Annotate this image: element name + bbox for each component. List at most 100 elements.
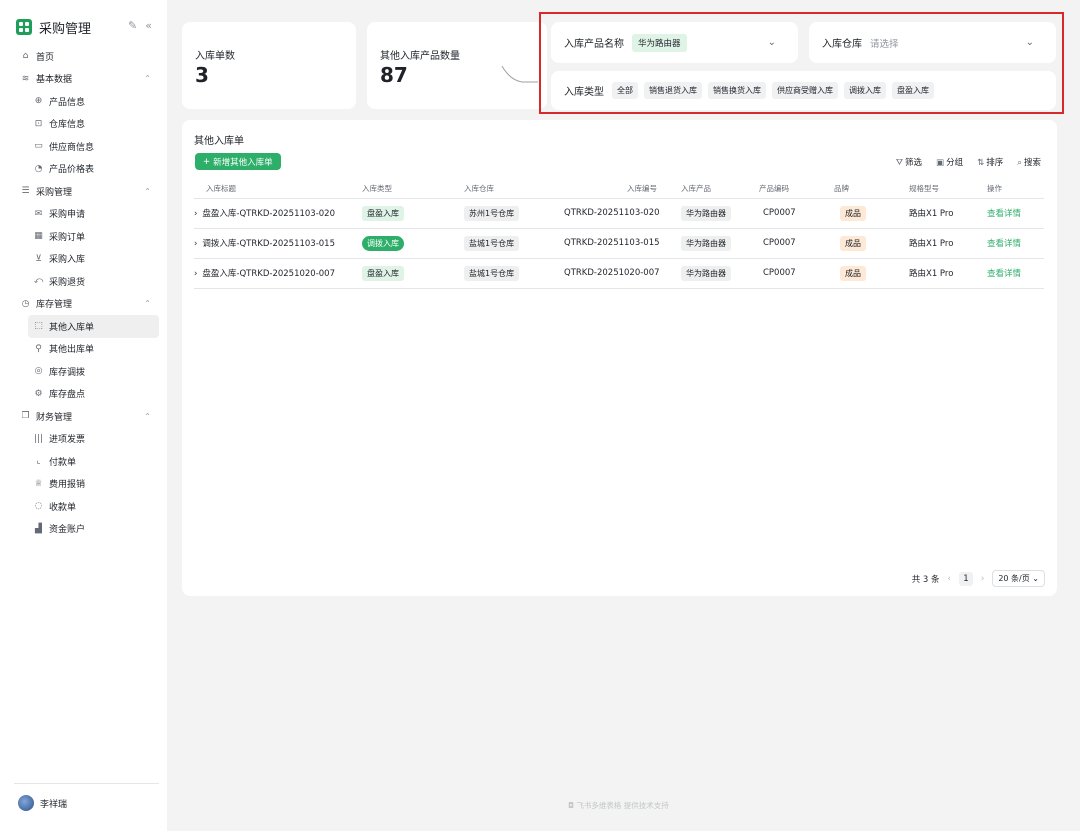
sort-icon: ⇅ (977, 158, 985, 168)
view-details-link[interactable]: 查看详情 (987, 269, 1021, 279)
warehouse-filter-label: 入库仓库 (822, 39, 862, 50)
type-filter-option[interactable]: 销售退货入库 (644, 82, 702, 99)
page-number[interactable]: 1 (958, 571, 973, 586)
sidebar-item[interactable]: ▭ 供应商信息 (0, 135, 167, 158)
sidebar: 采购管理 ✎ « ⌂ 首页 ≋ 基本数据 ⌃ ⊕ 产品信息 ⊡ 仓库信息 ▭ 供应商信息 ◔ 产品价格表… (0, 0, 167, 831)
table-header-row: 入库标题 入库类型 入库仓库 入库编号 入库产品 产品编码 品牌 规格型号 操作 (194, 180, 1044, 199)
table-row[interactable]: › 盘盈入库-QTRKD-20251103-020 盘盈入库 苏州1号仓库 QTRKD-… (194, 198, 1044, 229)
sidebar-item[interactable]: ⌞ 付款单 (0, 450, 167, 473)
sidebar-item[interactable]: ⚲ 其他出库单 (0, 338, 167, 361)
product-filter-label: 入库产品名称 (564, 39, 624, 50)
column-header[interactable]: 入库标题 (194, 180, 362, 199)
type-chip: 盘盈入库 (362, 265, 404, 281)
sidebar-item[interactable]: ✉ 采购申请 (0, 203, 167, 226)
filter-label: 筛选 (905, 158, 923, 168)
sidebar-item[interactable]: ☰ 采购管理 ⌃ (0, 180, 167, 203)
sidebar-item[interactable]: ♕ 费用报销 (0, 473, 167, 496)
prev-page-icon[interactable]: ‹ (948, 574, 951, 584)
sidebar-item[interactable]: ≋ 基本数据 ⌃ (0, 68, 167, 91)
sidebar-item[interactable]: ⊻ 采购入库 (0, 248, 167, 271)
sidebar-item[interactable]: ⊕ 产品信息 (0, 90, 167, 113)
view-details-link[interactable]: 查看详情 (987, 239, 1021, 249)
monitor-icon: ▭ (34, 141, 43, 152)
chevron-up-icon[interactable]: ⌃ (144, 299, 151, 308)
product-chip: 华为路由器 (681, 265, 731, 281)
type-filter-option[interactable]: 盘盈入库 (892, 82, 934, 99)
next-page-icon[interactable]: › (981, 574, 984, 584)
sidebar-item-label: 产品价格表 (49, 165, 95, 176)
column-header[interactable]: 规格型号 (909, 180, 987, 199)
warehouse-filter-placeholder[interactable]: 请选择 (870, 36, 899, 50)
sidebar-item[interactable]: ◎ 库存调拨 (0, 360, 167, 383)
sidebar-item[interactable]: ▦ 采购订单 (0, 225, 167, 248)
list-icon: ☰ (21, 186, 30, 197)
table-row[interactable]: › 调拨入库-QTRKD-20251103-015 调拨入库 盐城1号仓库 QTRKD-… (194, 228, 1044, 259)
view-details-link[interactable]: 查看详情 (987, 209, 1021, 219)
collapse-sidebar-icon[interactable]: « (145, 19, 152, 32)
filter-button[interactable]: ⛛ 筛选 (896, 156, 922, 168)
stock-in-table-card: 其他入库单 + 新增其他入库单 ⛛ 筛选 ▣ 分组 ⇅ 排序 ⌕ 搜索 入库标题 入库类型… (182, 120, 1057, 596)
product-filter[interactable]: 入库产品名称 华为路由器 ⌄ (551, 22, 798, 63)
row-product-code: CP0007 (759, 258, 834, 289)
add-stock-in-button[interactable]: + 新增其他入库单 (195, 153, 281, 170)
column-header[interactable]: 入库编号 (554, 180, 669, 199)
column-header[interactable]: 产品编码 (759, 180, 834, 199)
sidebar-item-label: 收款单 (49, 502, 77, 513)
avatar (18, 795, 34, 811)
chevron-up-icon[interactable]: ⌃ (144, 74, 151, 83)
sidebar-item-label: 供应商信息 (49, 142, 95, 153)
type-filter-option[interactable]: 调拨入库 (844, 82, 886, 99)
table-toolbar: ⛛ 筛选 ▣ 分组 ⇅ 排序 ⌕ 搜索 (896, 156, 1041, 168)
filter-icon: ⛛ (895, 158, 904, 168)
stat-card-product-quantity: 其他入库产品数量 87 (367, 22, 547, 109)
sidebar-item-label: 库存管理 (36, 300, 73, 311)
stat-label: 入库单数 (195, 51, 235, 62)
sort-label: 排序 (986, 158, 1004, 168)
type-filter-option[interactable]: 销售换货入库 (708, 82, 766, 99)
sidebar-item[interactable]: ||| 进项发票 (0, 428, 167, 451)
chevron-up-icon[interactable]: ⌃ (144, 412, 151, 421)
user-name: 李祥瑞 (40, 799, 68, 810)
group-button[interactable]: ▣ 分组 (936, 156, 963, 168)
type-filter-option[interactable]: 供应商受赠入库 (772, 82, 838, 99)
sidebar-item[interactable]: ⌂ 首页 (0, 45, 167, 68)
sidebar-item[interactable]: ◌ 收款单 (0, 495, 167, 518)
expand-row-icon[interactable]: › (194, 209, 197, 219)
sidebar-item[interactable]: ⊡ 仓库信息 (0, 113, 167, 136)
search-label: 搜索 (1023, 158, 1041, 168)
warehouse-chip: 盐城1号仓库 (464, 235, 520, 251)
sidebar-item[interactable]: ⤺ 采购退货 (0, 270, 167, 293)
search-button[interactable]: ⌕ 搜索 (1017, 156, 1041, 168)
expand-row-icon[interactable]: › (194, 269, 197, 279)
sidebar-item[interactable]: ▟ 资金账户 (0, 518, 167, 541)
expand-row-icon[interactable]: › (194, 239, 197, 249)
user-profile[interactable]: 李祥瑞 (18, 795, 67, 811)
product-filter-value[interactable]: 华为路由器 (632, 33, 687, 52)
sidebar-item[interactable]: ◔ 产品价格表 (0, 158, 167, 181)
sidebar-item[interactable]: ❐ 财务管理 ⌃ (0, 405, 167, 428)
column-header[interactable]: 操作 (987, 180, 1044, 199)
warehouse-filter[interactable]: 入库仓库 请选择 ⌄ (809, 22, 1056, 63)
column-header[interactable]: 入库仓库 (464, 180, 554, 199)
sidebar-item-label: 进项发票 (49, 435, 86, 446)
chevron-up-icon[interactable]: ⌃ (144, 187, 151, 196)
chevron-down-icon[interactable]: ⌄ (1026, 37, 1034, 48)
page-size-select[interactable]: 20 条/页 ⌄ (992, 570, 1045, 587)
type-chip: 调拨入库 (362, 235, 404, 251)
chevron-down-icon[interactable]: ⌄ (768, 37, 776, 48)
footer-logo-icon: ◘ (568, 801, 574, 810)
sidebar-item[interactable]: ⚙ 库存盘点 (0, 383, 167, 406)
sidebar-item[interactable]: ⬚ 其他入库单 (28, 315, 159, 338)
trophy-icon: ♕ (34, 478, 43, 489)
sidebar-item[interactable]: ◷ 库存管理 ⌃ (0, 293, 167, 316)
table-row[interactable]: › 盘盈入库-QTRKD-20251020-007 盘盈入库 盐城1号仓库 QTRKD-… (194, 258, 1044, 289)
sidebar-item-label: 其他入库单 (49, 322, 95, 333)
sort-button[interactable]: ⇅ 排序 (977, 156, 1003, 168)
column-header[interactable]: 入库类型 (362, 180, 464, 199)
type-filter-option[interactable]: 全部 (612, 82, 638, 99)
edit-icon[interactable]: ✎ (128, 19, 137, 32)
column-header[interactable]: 入库产品 (669, 180, 759, 199)
row-product-code: CP0007 (759, 228, 834, 259)
bar-chart-icon: ▟ (35, 523, 42, 534)
column-header[interactable]: 品牌 (834, 180, 909, 199)
